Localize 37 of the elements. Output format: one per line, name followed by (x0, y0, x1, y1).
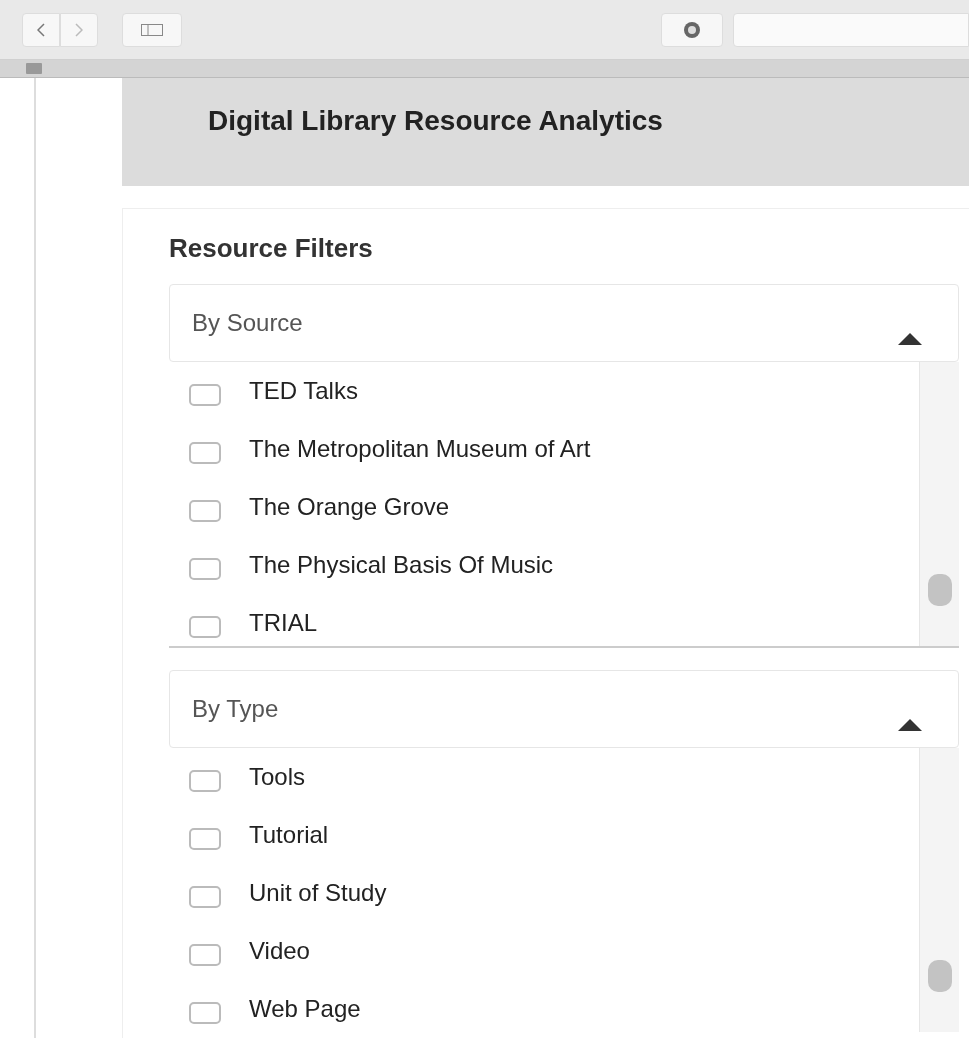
accordion-header[interactable]: By Source (169, 284, 959, 362)
page-title: Digital Library Resource Analytics (208, 104, 664, 138)
caret-up-icon (898, 333, 922, 345)
scrollbar[interactable] (919, 362, 959, 646)
checkbox[interactable] (189, 384, 221, 406)
filter-option-label: The Orange Grove (249, 492, 450, 522)
checkbox[interactable] (189, 1002, 221, 1024)
checkbox[interactable] (189, 500, 221, 522)
favicon-icon[interactable] (26, 63, 42, 74)
checkbox[interactable] (189, 944, 221, 966)
sidebar-icon (141, 23, 163, 36)
filter-option-label: Tools (249, 762, 306, 792)
checkbox[interactable] (189, 616, 221, 638)
accordion-header[interactable]: By Type (169, 670, 959, 748)
chevron-right-icon (75, 22, 83, 37)
checkbox[interactable] (189, 442, 221, 464)
filter-option-label: TED Talks (249, 376, 358, 406)
filter-option-label: Video (249, 936, 310, 966)
filter-option-label: Tutorial (249, 820, 329, 850)
scrollbar[interactable] (919, 748, 959, 1032)
filter-option-label: Web Page (249, 994, 361, 1024)
checkbox[interactable] (189, 770, 221, 792)
sidebar-button[interactable] (122, 12, 182, 47)
address-field[interactable] (733, 12, 969, 47)
filter-option-label: The Physical Basis Of Music (249, 550, 554, 580)
checkbox[interactable] (189, 828, 221, 850)
back-button[interactable] (22, 12, 60, 47)
chevron-left-icon (37, 22, 45, 37)
checkbox[interactable] (189, 558, 221, 580)
forward-button[interactable] (60, 12, 98, 47)
filters-title: Resource Filters (169, 232, 374, 265)
filter-option-label: Unit of Study (249, 878, 387, 908)
filter-option-label: The Metropolitan Museum of Art (249, 434, 591, 464)
privacy-button[interactable] (661, 12, 723, 47)
checkbox[interactable] (189, 886, 221, 908)
caret-up-icon (898, 719, 922, 731)
filter-option-label: TRIAL (249, 608, 317, 638)
